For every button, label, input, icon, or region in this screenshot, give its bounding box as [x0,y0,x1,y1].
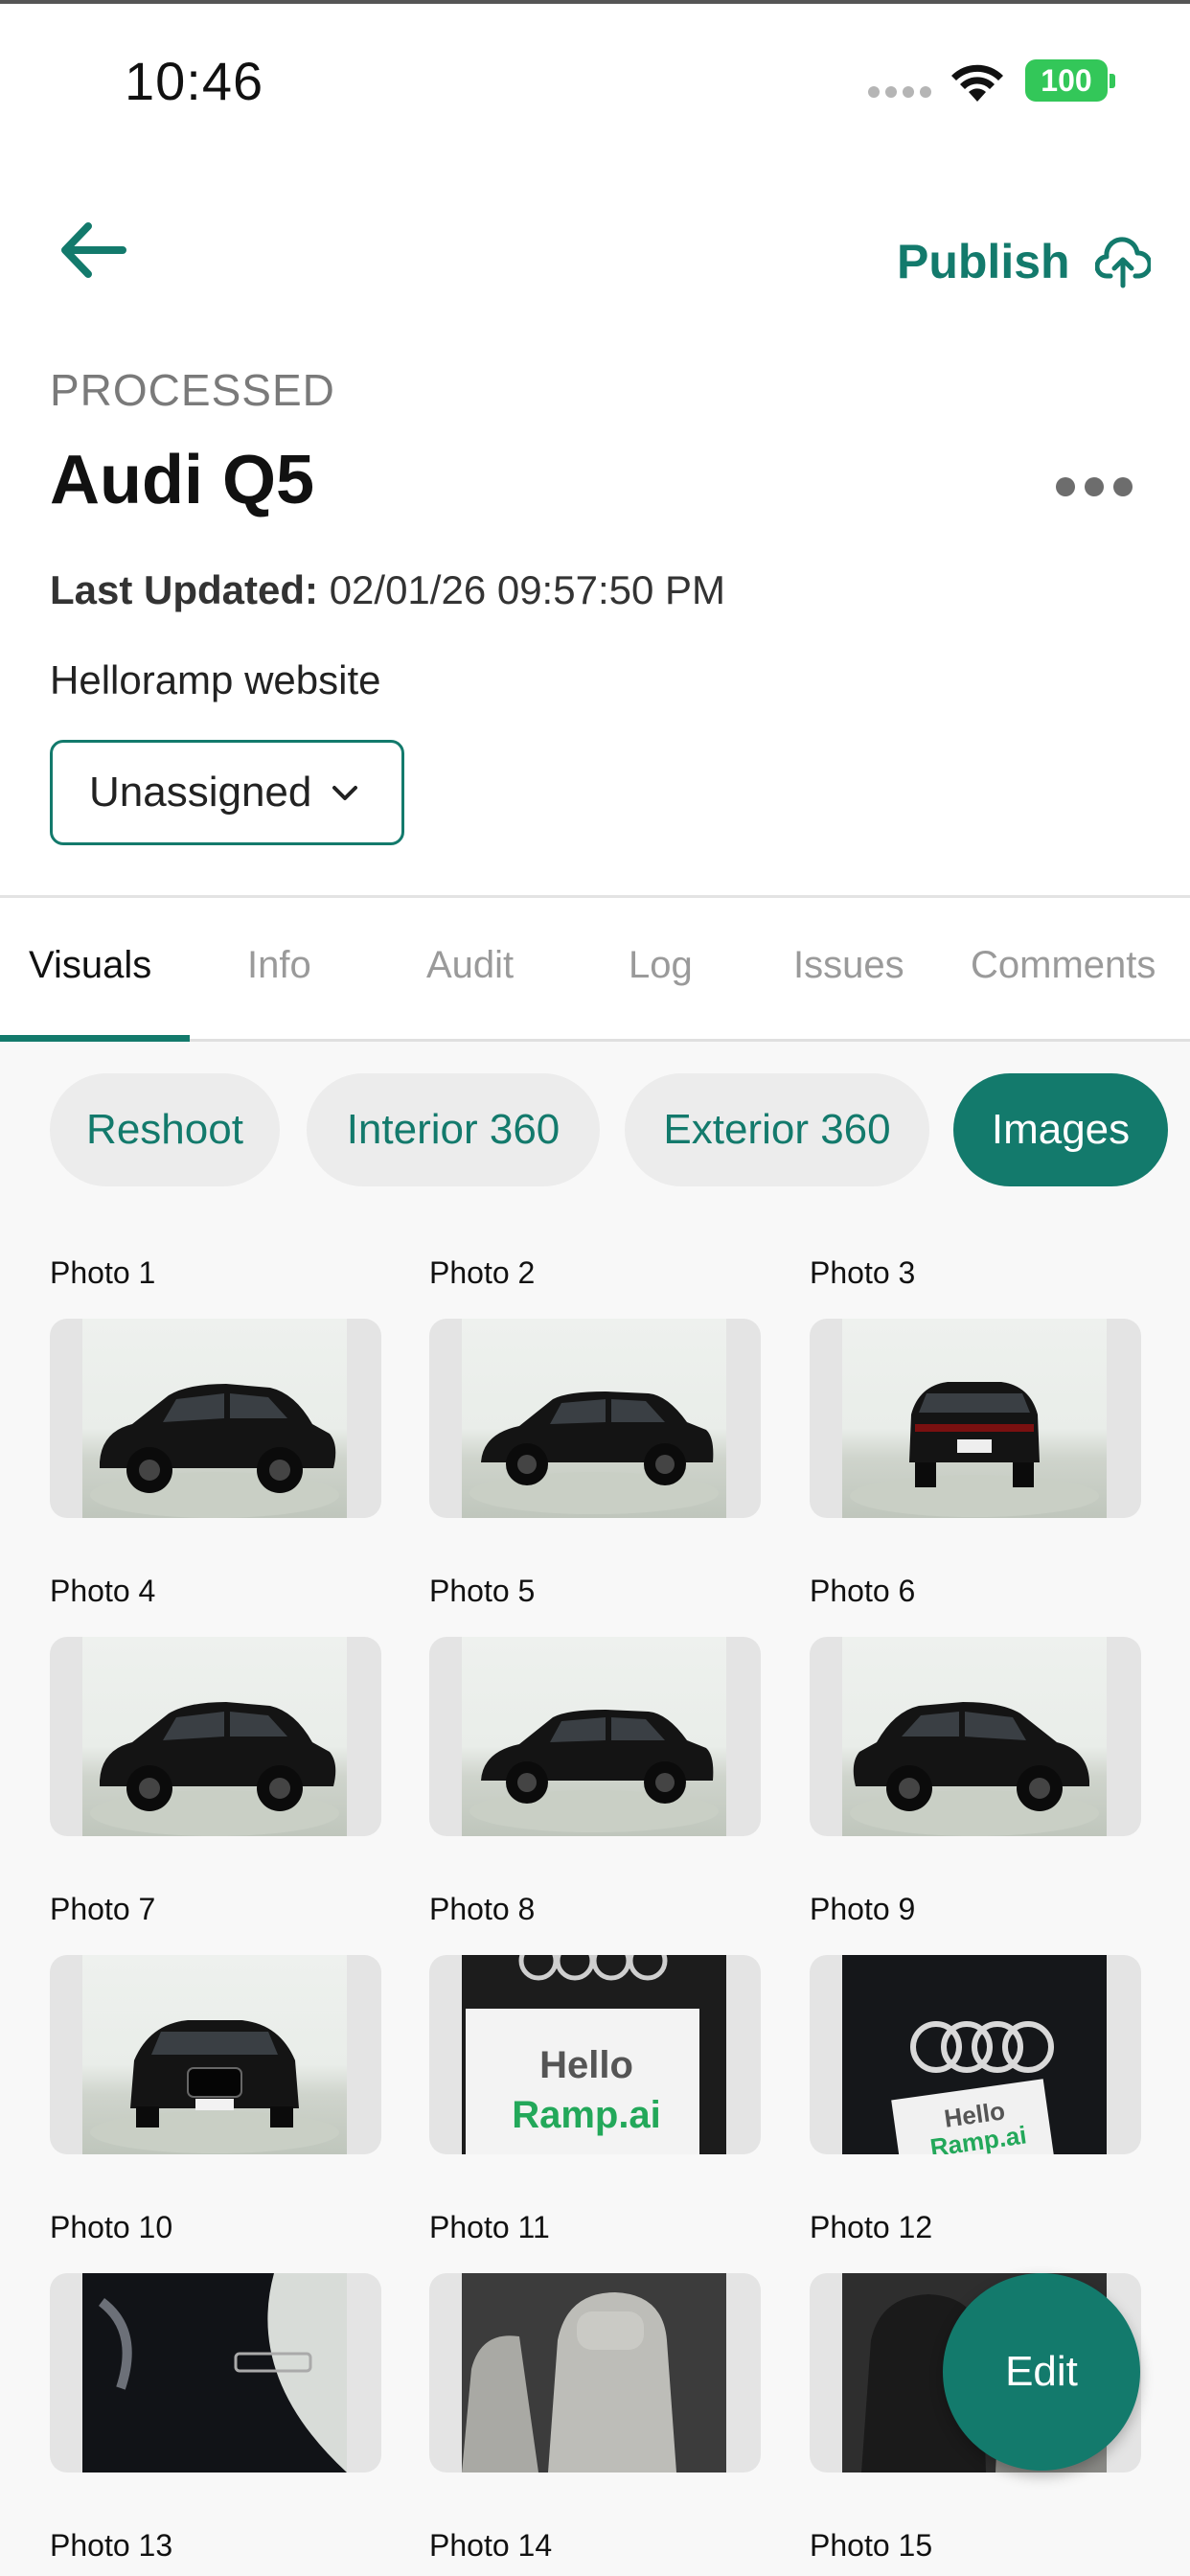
photo-thumbnail[interactable] [50,1319,381,1518]
photo-thumbnail[interactable] [50,2273,381,2472]
photo-thumbnail[interactable] [810,1637,1141,1836]
battery-icon: 100 [1025,59,1108,102]
tab-audit[interactable]: Audit [426,944,514,987]
photo-image [82,1319,347,1518]
cellular-signal-icon [868,86,931,98]
photo-image [82,1637,347,1836]
photo-thumbnail[interactable] [429,2273,761,2472]
last-updated: Last Updated: 02/01/26 09:57:50 PM [50,567,725,613]
assignee-dropdown[interactable]: Unassigned [50,740,404,845]
photo-thumbnail[interactable] [429,1637,761,1836]
photo-thumbnail[interactable] [50,1955,381,2154]
photo-thumbnail[interactable]: Hello Ramp.ai [429,1955,761,2154]
photo-thumbnail[interactable] [50,1637,381,1836]
tab-log[interactable]: Log [629,944,693,987]
photo-label: Photo 8 [429,1892,536,1926]
photo-label: Photo 11 [429,2210,550,2244]
photo-label: Photo 2 [429,1255,536,1290]
photo-label: Photo 14 [429,2528,553,2563]
photo-thumbnail[interactable] [810,1319,1141,1518]
page-title: Audi Q5 [50,442,315,518]
assignee-value: Unassigned [89,769,312,816]
back-arrow-icon[interactable] [56,217,132,284]
tab-issues[interactable]: Issues [793,944,904,987]
photo-label: Photo 13 [50,2528,173,2563]
chevron-down-icon [332,786,358,800]
svg-text:Ramp.ai: Ramp.ai [512,2094,661,2136]
edit-button[interactable]: Edit [943,2273,1140,2471]
vehicle-status: PROCESSED [50,365,335,415]
tab-visuals[interactable]: Visuals [29,944,151,987]
photo-image [842,1319,1107,1518]
tab-comments[interactable]: Comments [971,944,1156,987]
photo-image [82,1955,347,2154]
wifi-icon [951,64,1003,102]
photo-image: Hello Ramp.ai [462,1955,726,2154]
photo-label: Photo 7 [50,1892,156,1926]
photo-label: Photo 5 [429,1574,536,1608]
photo-thumbnail[interactable]: Hello Ramp.ai [810,1955,1141,2154]
photo-label: Photo 3 [810,1255,916,1290]
chip-exterior-360[interactable]: Exterior 360 [625,1073,929,1186]
photo-thumbnail[interactable] [429,1319,761,1518]
publish-label: Publish [897,235,1070,288]
svg-text:Hello: Hello [539,2044,633,2086]
photo-image [462,1319,726,1518]
photo-image [462,1637,726,1836]
active-tab-indicator [0,1035,190,1042]
photo-label: Photo 12 [810,2210,933,2244]
chip-interior-360[interactable]: Interior 360 [307,1073,600,1186]
photo-label: Photo 10 [50,2210,173,2244]
photo-image: Hello Ramp.ai [842,1955,1107,2154]
more-options-icon[interactable] [1056,477,1133,496]
tab-info[interactable]: Info [247,944,311,987]
chip-reshoot[interactable]: Reshoot [50,1073,280,1186]
photo-label: Photo 6 [810,1574,916,1608]
battery-tip [1110,74,1115,88]
photo-label: Photo 15 [810,2528,933,2563]
photo-label: Photo 1 [50,1255,156,1290]
last-updated-label: Last Updated: [50,567,319,612]
status-time: 10:46 [125,51,264,111]
last-updated-value: 02/01/26 09:57:50 PM [329,567,726,612]
photo-label: Photo 4 [50,1574,156,1608]
tab-bar: Visuals Info Audit Log Issues Comments [0,898,1190,1042]
cloud-upload-icon [1094,237,1151,288]
photo-image [462,2273,726,2472]
photo-image [82,2273,347,2472]
photo-label: Photo 9 [810,1892,916,1926]
source-label: Helloramp website [50,657,381,702]
photo-image [842,1637,1107,1836]
publish-button[interactable]: Publish [897,228,1151,295]
chip-images[interactable]: Images [953,1073,1168,1186]
